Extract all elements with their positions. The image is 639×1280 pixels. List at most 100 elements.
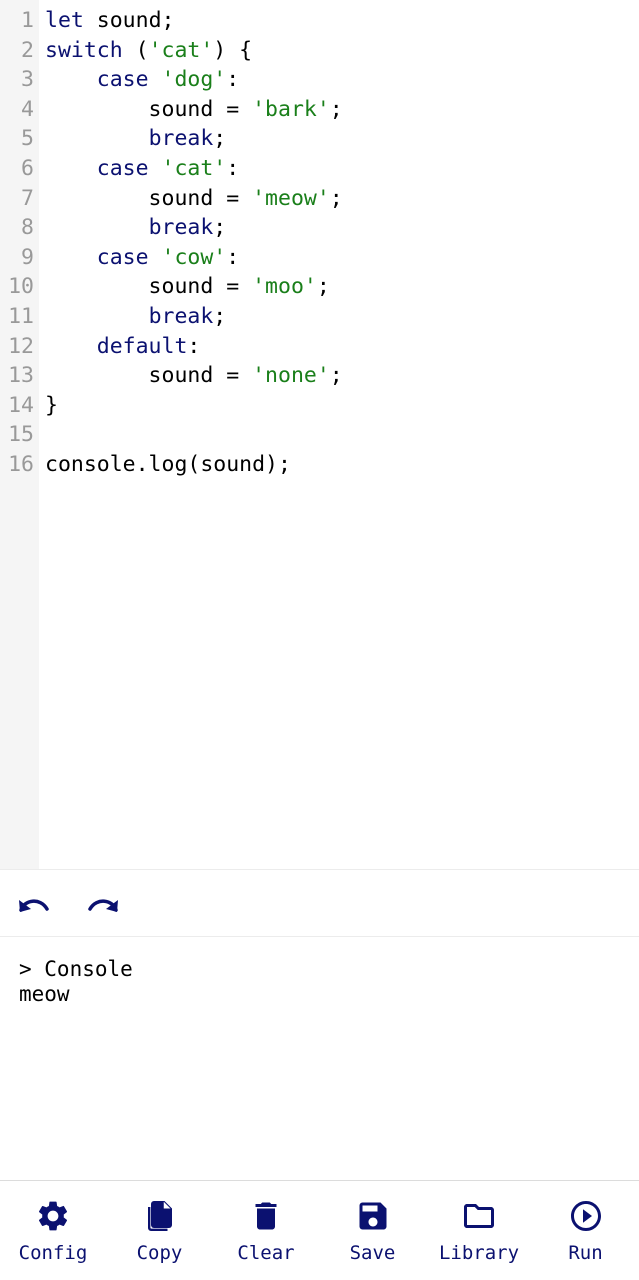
line-number: 13 <box>8 363 34 389</box>
line-number: 1 <box>21 8 34 33</box>
code-text: default: <box>45 332 201 362</box>
library-label: Library <box>438 1242 520 1264</box>
string-token: 'none' <box>252 363 330 389</box>
code-line[interactable]: 9 case 'cow': <box>0 243 639 273</box>
play-circle-icon <box>568 1198 604 1234</box>
code-text: case 'cow': <box>45 243 239 273</box>
redo-button[interactable] <box>85 890 121 920</box>
config-label: Config <box>18 1242 88 1264</box>
code-text: sound = 'bark'; <box>45 95 343 125</box>
run-label: Run <box>568 1242 603 1264</box>
redo-icon <box>88 899 118 912</box>
undo-button[interactable] <box>16 890 52 920</box>
code-editor[interactable]: 1 let sound; 2 switch ('cat') {3 case 'dog'… <box>0 0 639 869</box>
code-token: console.log(sound); <box>45 452 291 477</box>
code-token: ; <box>316 274 330 300</box>
history-bar <box>0 869 639 937</box>
code-text: sound = 'moo'; <box>45 272 330 302</box>
code-line[interactable]: 6 case 'cat': <box>0 154 639 184</box>
copy-button[interactable]: Copy <box>106 1181 213 1280</box>
code-token: sound = <box>45 274 253 300</box>
trash-icon <box>248 1198 284 1234</box>
run-button[interactable]: Run <box>532 1181 639 1280</box>
config-button[interactable]: Config <box>0 1181 106 1280</box>
string-token: 'bark' <box>252 96 330 122</box>
line-number: 15 <box>8 422 34 448</box>
code-line[interactable]: 5 break; <box>0 124 639 154</box>
code-line[interactable]: 11 break; <box>0 302 639 332</box>
keyword-token: case <box>96 156 149 181</box>
string-token: 'moo' <box>252 274 317 300</box>
code-token: ; <box>329 96 343 122</box>
code-token: ( <box>122 37 149 63</box>
string-token: 'cow' <box>161 244 227 270</box>
code-line[interactable]: 2 switch ('cat') { <box>0 36 639 66</box>
code-token: ; <box>213 304 227 329</box>
save-button[interactable]: Save <box>319 1181 426 1280</box>
clear-label: Clear <box>237 1242 295 1264</box>
code-line[interactable]: 16 console.log(sound); <box>0 450 639 480</box>
code-text: switch ('cat') { <box>45 36 252 66</box>
code-token: sound = <box>45 96 253 122</box>
code-text: let sound; <box>45 6 174 36</box>
code-text: break; <box>45 302 227 332</box>
line-number: 8 <box>21 215 34 241</box>
string-token: 'cat' <box>148 37 214 63</box>
code-token: ) { <box>213 37 253 63</box>
line-number: 3 <box>21 67 34 93</box>
code-token: ; <box>213 215 227 241</box>
code-text: sound = 'none'; <box>45 361 343 391</box>
code-token: : <box>187 333 201 359</box>
code-line[interactable]: 8 break; <box>0 213 639 243</box>
console-panel: > Console meow <box>0 937 639 1180</box>
code-line[interactable]: 1 let sound; <box>0 6 639 36</box>
code-line[interactable]: 10 sound = 'moo'; <box>0 272 639 302</box>
folder-icon <box>461 1198 497 1234</box>
line-number: 2 <box>21 37 34 63</box>
code-line[interactable]: 14} <box>0 391 639 421</box>
line-number: 4 <box>21 96 34 122</box>
code-text: break; <box>45 124 227 154</box>
line-number: 9 <box>21 244 34 270</box>
code-token: sound = <box>45 185 253 211</box>
copy-label: Copy <box>136 1242 183 1264</box>
code-line[interactable]: 4 sound = 'bark'; <box>0 95 639 125</box>
undo-icon <box>19 899 49 912</box>
code-line[interactable]: 13 sound = 'none'; <box>0 361 639 391</box>
code-token: ; <box>329 363 343 389</box>
code-token: sound; <box>83 8 175 33</box>
floppy-disk-icon <box>355 1198 391 1234</box>
code-line[interactable]: 12 default: <box>0 332 639 362</box>
code-token: } <box>45 392 58 418</box>
code-line[interactable]: 15 <box>0 420 639 450</box>
code-token: ; <box>329 185 343 211</box>
code-line[interactable]: 3 case 'dog': <box>0 65 639 95</box>
string-token: 'dog' <box>161 67 227 93</box>
save-label: Save <box>349 1242 396 1264</box>
line-number: 12 <box>8 333 34 359</box>
code-token: : <box>226 244 240 270</box>
string-token: 'cat' <box>161 156 227 181</box>
code-line[interactable]: 7 sound = 'meow'; <box>0 184 639 214</box>
console-title: > Console <box>19 957 133 981</box>
keyword-token: default <box>96 333 188 359</box>
keyword-token: break <box>148 126 214 152</box>
code-token: : <box>226 156 240 181</box>
library-button[interactable]: Library <box>426 1181 532 1280</box>
keyword-token: let <box>45 8 84 33</box>
line-number: 10 <box>8 274 34 300</box>
gear-icon <box>35 1198 71 1234</box>
keyword-token: break <box>148 215 214 241</box>
keyword-token: case <box>96 67 149 93</box>
code-token: : <box>226 67 240 93</box>
copy-icon <box>142 1198 178 1234</box>
clear-button[interactable]: Clear <box>213 1181 319 1280</box>
